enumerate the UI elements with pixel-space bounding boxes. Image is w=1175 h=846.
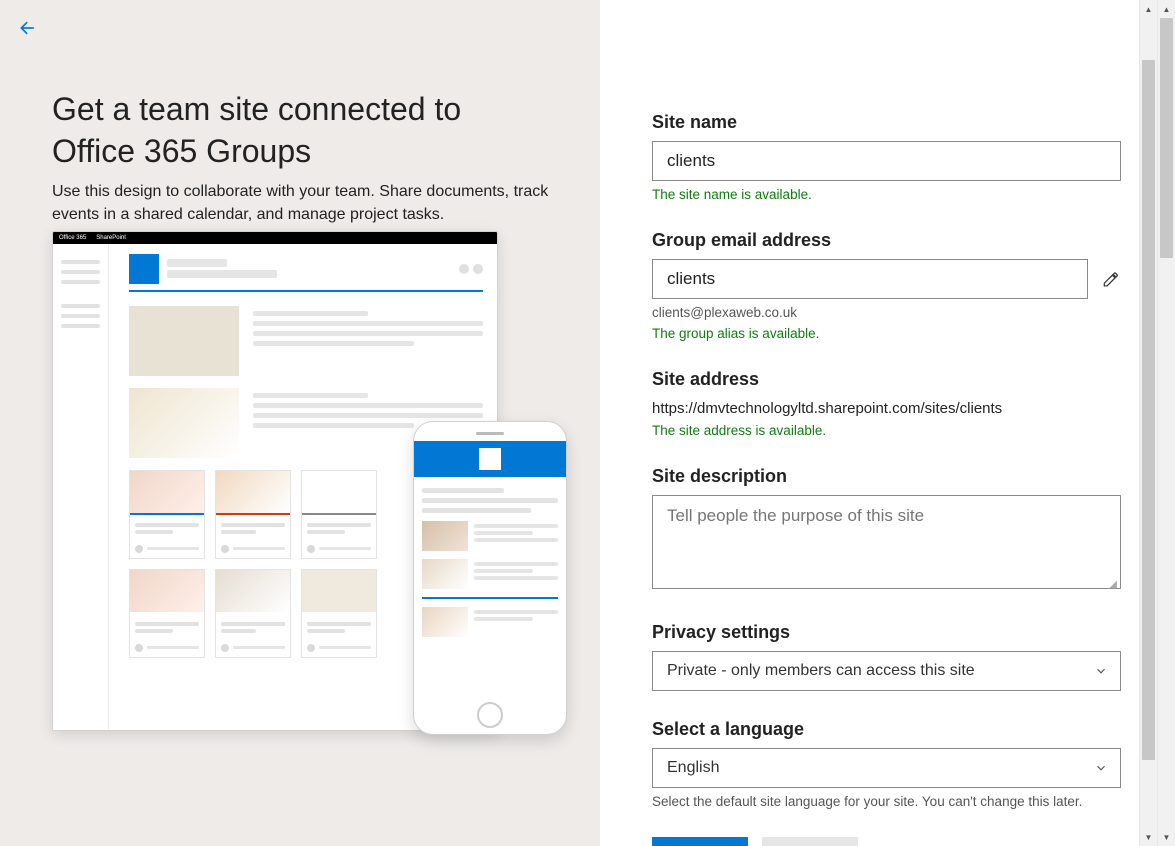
preview-app-brand: Office 365 xyxy=(59,235,86,241)
site-description-input[interactable] xyxy=(652,495,1121,589)
scrollbar-thumb[interactable] xyxy=(1142,60,1155,760)
site-description-label: Site description xyxy=(652,466,1121,487)
form-panel: Site name The site name is available. Gr… xyxy=(600,0,1139,846)
page-title: Get a team site connected to Office 365 … xyxy=(52,89,552,172)
scroll-down-icon[interactable]: ▼ xyxy=(1158,828,1175,846)
site-name-label: Site name xyxy=(652,112,1121,133)
group-email-input[interactable] xyxy=(652,259,1088,299)
site-address-label: Site address xyxy=(652,369,1121,390)
page-subtitle: Use this design to collaborate with your… xyxy=(52,180,552,226)
scroll-up-icon[interactable]: ▲ xyxy=(1158,0,1175,18)
language-hint: Select the default site language for you… xyxy=(652,794,1121,809)
site-name-input[interactable] xyxy=(652,141,1121,181)
language-select[interactable]: English xyxy=(652,748,1121,788)
scroll-down-icon[interactable]: ▼ xyxy=(1140,828,1157,846)
template-preview: Office 365 SharePoint xyxy=(52,231,567,751)
privacy-select[interactable]: Private - only members can access this s… xyxy=(652,651,1121,691)
cancel-button[interactable]: Cancel xyxy=(762,837,858,846)
scrollbar-outer[interactable]: ▲ ▼ xyxy=(1157,0,1175,846)
scroll-up-icon[interactable]: ▲ xyxy=(1140,0,1157,18)
group-email-resolved: clients@plexaweb.co.uk xyxy=(652,305,1121,320)
arrow-left-icon xyxy=(18,18,38,38)
pencil-icon[interactable] xyxy=(1102,269,1121,289)
next-button[interactable]: Next xyxy=(652,837,748,846)
group-email-validation: The group alias is available. xyxy=(652,326,1121,341)
chevron-down-icon xyxy=(1094,761,1108,775)
privacy-select-value: Private - only members can access this s… xyxy=(667,662,975,680)
site-address-value: https://dmvtechnologyltd.sharepoint.com/… xyxy=(652,400,1121,417)
site-name-validation: The site name is available. xyxy=(652,187,1121,202)
chevron-down-icon xyxy=(1094,664,1108,678)
scrollbar-inner[interactable]: ▲ ▼ xyxy=(1139,0,1157,846)
language-label: Select a language xyxy=(652,719,1121,740)
group-email-label: Group email address xyxy=(652,230,1121,251)
site-address-validation: The site address is available. xyxy=(652,423,1121,438)
language-select-value: English xyxy=(667,759,719,777)
preview-phone xyxy=(413,421,567,735)
scrollbar-thumb[interactable] xyxy=(1160,18,1173,258)
preview-app-name: SharePoint xyxy=(96,235,126,241)
left-info-panel: Get a team site connected to Office 365 … xyxy=(0,0,600,846)
back-button[interactable] xyxy=(14,14,42,42)
privacy-label: Privacy settings xyxy=(652,622,1121,643)
